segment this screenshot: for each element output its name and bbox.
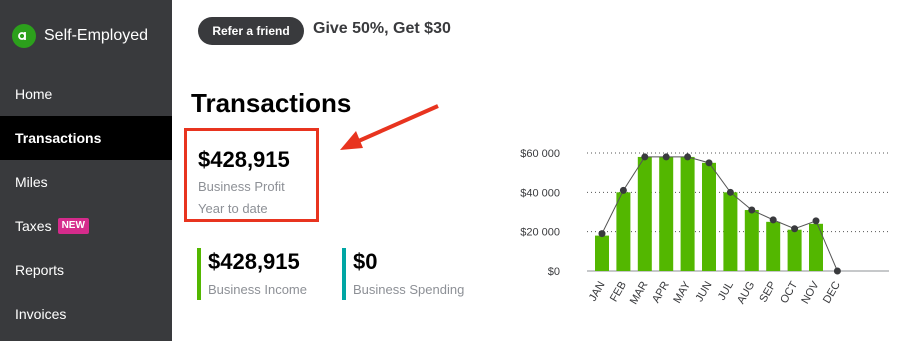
x-tick-label: NOV — [799, 279, 822, 306]
bar — [766, 221, 781, 271]
sidebar: Self-Employed Home Transactions Miles Ta… — [0, 0, 172, 341]
sidebar-item-taxes[interactable]: Taxes NEW — [0, 204, 172, 248]
x-tick-label: JAN — [587, 279, 608, 303]
sidebar-item-reports[interactable]: Reports — [0, 248, 172, 292]
data-point — [726, 188, 734, 196]
y-tick-label: $20 000 — [520, 227, 560, 239]
new-badge: NEW — [57, 218, 89, 234]
data-point — [662, 153, 670, 161]
x-tick-label: FEB — [608, 280, 629, 305]
sidebar-item-transactions[interactable]: Transactions — [0, 116, 172, 160]
bar — [637, 156, 652, 271]
x-tick-label: DEC — [821, 279, 843, 305]
sidebar-item-home[interactable]: Home — [0, 72, 172, 116]
data-point — [791, 225, 799, 233]
x-tick-label: JUN — [694, 279, 715, 304]
data-point — [812, 217, 820, 225]
x-tick-label: MAY — [671, 279, 693, 306]
sidebar-item-label: Taxes — [15, 218, 52, 234]
x-tick-label: MAR — [628, 279, 651, 306]
data-point — [619, 186, 627, 194]
sidebar-item-invoices[interactable]: Invoices — [0, 292, 172, 336]
quickbooks-logo-icon — [12, 24, 36, 48]
bar — [680, 156, 695, 271]
bar — [702, 162, 716, 271]
data-point — [598, 230, 606, 238]
bar — [616, 192, 631, 271]
data-point — [684, 153, 692, 161]
sidebar-item-miles[interactable]: Miles — [0, 160, 172, 204]
bar — [809, 223, 823, 271]
bar — [787, 229, 802, 271]
y-tick-label: $40 000 — [520, 187, 560, 199]
main-content: Refer a friend Give 50%, Get $30 Transac… — [172, 0, 918, 341]
data-point — [833, 267, 841, 275]
data-point — [641, 153, 649, 161]
data-point — [748, 206, 756, 214]
sidebar-item-label: Transactions — [15, 130, 102, 146]
data-point — [769, 216, 777, 224]
bar — [723, 192, 738, 271]
sidebar-item-label: Invoices — [15, 306, 67, 322]
y-tick-label: $60 000 — [520, 148, 560, 160]
app-name: Self-Employed — [44, 27, 149, 44]
x-tick-label: SEP — [757, 280, 778, 305]
x-tick-label: OCT — [778, 279, 800, 305]
x-tick-label: APR — [650, 279, 672, 305]
brand[interactable]: Self-Employed — [12, 24, 148, 48]
sidebar-item-label: Home — [15, 86, 53, 102]
bar — [595, 235, 609, 271]
trend-line — [601, 156, 838, 272]
data-point — [705, 159, 713, 167]
x-tick-label: JUL — [716, 280, 736, 303]
bar — [659, 156, 674, 271]
bar — [744, 210, 759, 271]
sidebar-item-label: Miles — [15, 174, 48, 190]
sidebar-item-label: Reports — [15, 262, 65, 278]
x-tick-label: AUG — [735, 280, 757, 307]
monthly-profit-chart: $0$20 000$40 000$60 000JAN FEBMAR APR MAY JU… — [520, 148, 889, 307]
y-tick-label: $0 — [548, 266, 560, 278]
